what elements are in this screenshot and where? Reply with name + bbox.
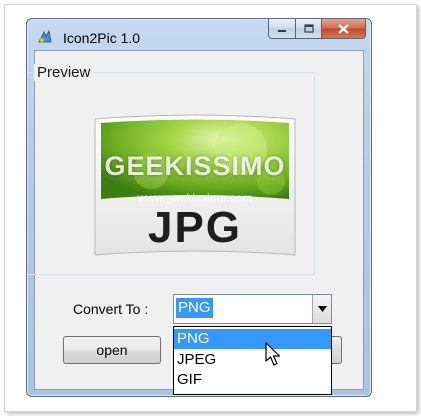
preview-image: JPG <box>91 111 299 268</box>
close-icon <box>338 23 349 34</box>
watermark-text: GEEKISSIMO <box>104 151 286 181</box>
window-controls <box>268 19 366 39</box>
watermark-url: www.geekissimo.com <box>137 191 253 205</box>
close-button[interactable] <box>322 19 366 39</box>
minimize-button[interactable] <box>268 19 296 39</box>
window-title: Icon2Pic 1.0 <box>63 30 141 46</box>
convert-button-edge[interactable] <box>331 336 342 364</box>
preview-group-label: Preview <box>34 64 94 81</box>
chevron-down-icon <box>317 306 327 312</box>
mouse-cursor-icon <box>265 342 283 373</box>
format-select-value: PNG <box>176 298 213 318</box>
preview-file-type-text: JPG <box>147 203 243 252</box>
dropdown-option-png[interactable]: PNG <box>174 329 331 349</box>
maximize-button[interactable] <box>296 19 322 39</box>
open-button[interactable]: open <box>63 336 161 364</box>
dropdown-option-gif[interactable]: GIF <box>174 370 331 390</box>
convert-to-label: Convert To : <box>73 301 149 317</box>
dropdown-arrow-button[interactable] <box>312 295 331 323</box>
dropdown-option-jpeg[interactable]: JPEG <box>174 350 331 370</box>
title-bar[interactable]: Icon2Pic 1.0 <box>27 19 371 49</box>
app-icon <box>37 29 53 45</box>
minimize-icon <box>278 29 286 32</box>
maximize-icon <box>303 24 314 33</box>
format-select[interactable]: PNG <box>173 294 332 324</box>
format-dropdown-list: PNG JPEG GIF <box>173 326 332 395</box>
